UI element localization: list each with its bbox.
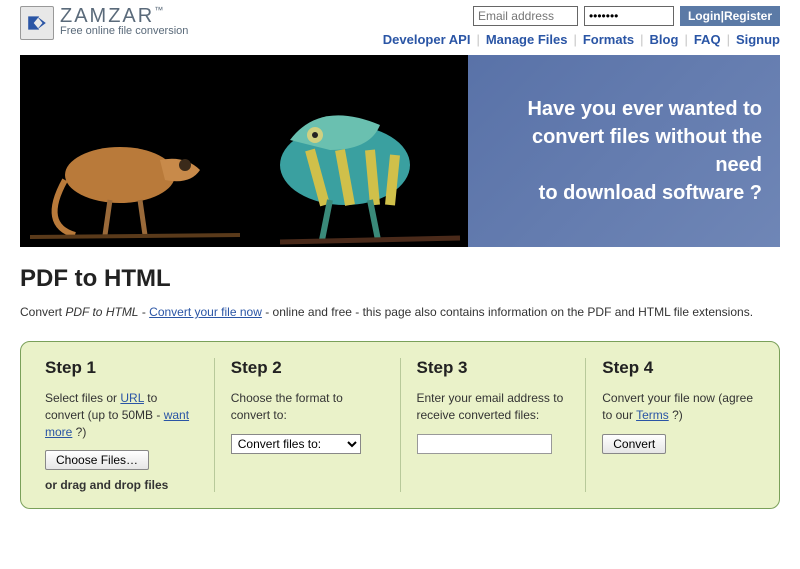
step-4-text: Convert your file now (agree to our Term…	[602, 390, 755, 424]
logo-title: ZAMZAR	[60, 5, 154, 27]
step-1-title: Step 1	[45, 358, 198, 378]
hero-text: Have you ever wanted to convert files wi…	[468, 55, 780, 247]
step-4-title: Step 4	[602, 358, 755, 378]
choose-files-button[interactable]: Choose Files…	[45, 450, 149, 470]
email-input[interactable]	[473, 6, 578, 26]
step-4: Step 4 Convert your file now (agree to o…	[586, 358, 761, 492]
step-2-title: Step 2	[231, 358, 384, 378]
step-3: Step 3 Enter your email address to recei…	[401, 358, 587, 492]
register-link[interactable]: Register	[724, 9, 772, 23]
page-title: PDF to HTML	[20, 265, 780, 293]
header: ZAMZAR™ Free online file conversion Logi…	[20, 0, 780, 47]
terms-link[interactable]: Terms	[636, 408, 669, 422]
nav-blog[interactable]: Blog	[650, 32, 679, 47]
step-1-text: Select files or URL to convert (up to 50…	[45, 390, 198, 440]
nav-manage-files[interactable]: Manage Files	[486, 32, 568, 47]
logo-text: ZAMZAR™ Free online file conversion	[60, 6, 188, 37]
top-nav: Developer API| Manage Files| Formats| Bl…	[383, 32, 780, 47]
hero-line-1: Have you ever wanted to	[486, 95, 762, 123]
step-1: Step 1 Select files or URL to convert (u…	[39, 358, 215, 492]
logo-tm: ™	[154, 5, 165, 15]
login-form: Login | Register	[383, 6, 780, 26]
steps-box: Step 1 Select files or URL to convert (u…	[20, 341, 780, 509]
logo[interactable]: ZAMZAR™ Free online file conversion	[20, 6, 188, 40]
nav-signup[interactable]: Signup	[736, 32, 780, 47]
page-description: Convert PDF to HTML - Convert your file …	[20, 305, 780, 319]
step-2: Step 2 Choose the format to convert to: …	[215, 358, 401, 492]
nav-developer-api[interactable]: Developer API	[383, 32, 471, 47]
hero-line-2: convert files without the need	[486, 123, 762, 179]
hero-line-3: to download software ?	[486, 179, 762, 207]
hero-image	[20, 55, 468, 247]
convert-button[interactable]: Convert	[602, 434, 666, 454]
step-3-text: Enter your email address to receive conv…	[417, 390, 570, 424]
password-input[interactable]	[584, 6, 674, 26]
nav-formats[interactable]: Formats	[583, 32, 634, 47]
desc-emphasis: PDF to HTML	[65, 305, 138, 319]
drag-drop-label: or drag and drop files	[45, 478, 198, 492]
step-2-text: Choose the format to convert to:	[231, 390, 384, 424]
hero-banner: Have you ever wanted to convert files wi…	[20, 55, 780, 247]
nav-faq[interactable]: FAQ	[694, 32, 721, 47]
logo-tagline: Free online file conversion	[60, 26, 188, 37]
step-3-title: Step 3	[417, 358, 570, 378]
format-select[interactable]: Convert files to:	[231, 434, 361, 454]
email-output-input[interactable]	[417, 434, 552, 454]
logo-icon	[20, 6, 54, 40]
url-link[interactable]: URL	[120, 391, 144, 405]
convert-now-link[interactable]: Convert your file now	[149, 305, 262, 319]
login-link[interactable]: Login	[688, 9, 721, 23]
login-register-bar: Login | Register	[680, 6, 780, 26]
